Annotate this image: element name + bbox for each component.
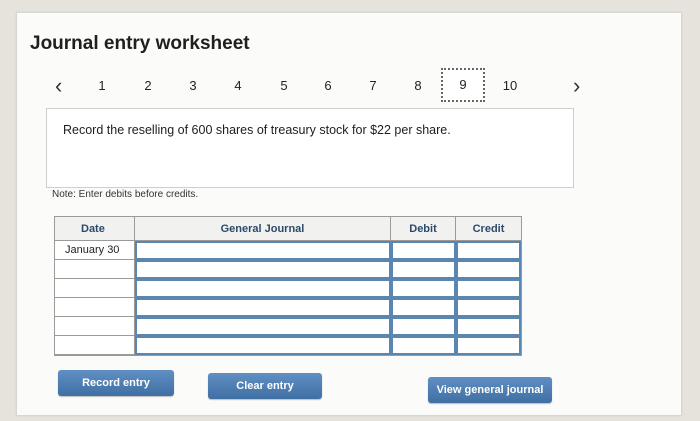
table-row bbox=[55, 298, 521, 317]
table-row bbox=[55, 336, 521, 355]
table-row bbox=[55, 260, 521, 279]
date-cell[interactable] bbox=[55, 336, 135, 355]
table-row bbox=[55, 317, 521, 336]
debit-input[interactable] bbox=[391, 279, 456, 298]
nav-page-2[interactable]: 2 bbox=[138, 78, 158, 93]
chevron-right-icon[interactable]: › bbox=[573, 74, 580, 98]
nav-page-5[interactable]: 5 bbox=[274, 78, 294, 93]
nav-page-4[interactable]: 4 bbox=[228, 78, 248, 93]
debit-input[interactable] bbox=[391, 241, 456, 260]
credit-input[interactable] bbox=[456, 241, 521, 260]
nav-page-3[interactable]: 3 bbox=[183, 78, 203, 93]
nav-page-8[interactable]: 8 bbox=[408, 78, 428, 93]
header-general-journal: General Journal bbox=[135, 217, 391, 241]
nav-page-6[interactable]: 6 bbox=[318, 78, 338, 93]
note-text: Note: Enter debits before credits. bbox=[52, 189, 199, 200]
table-row: January 30 bbox=[55, 241, 521, 260]
table-header-row: Date General Journal Debit Credit bbox=[55, 217, 521, 241]
date-cell[interactable] bbox=[55, 317, 135, 336]
date-cell[interactable]: January 30 bbox=[55, 241, 135, 260]
clear-entry-button[interactable]: Clear entry bbox=[208, 373, 322, 399]
account-input[interactable] bbox=[135, 279, 391, 298]
account-input[interactable] bbox=[135, 241, 391, 260]
date-cell[interactable] bbox=[55, 279, 135, 298]
chevron-left-icon[interactable]: ‹ bbox=[55, 74, 62, 98]
date-cell[interactable] bbox=[55, 260, 135, 279]
journal-table: Date General Journal Debit Credit Januar… bbox=[54, 216, 522, 356]
header-credit: Credit bbox=[456, 217, 521, 241]
instruction-text: Record the reselling of 600 shares of tr… bbox=[63, 123, 451, 137]
credit-input[interactable] bbox=[456, 317, 521, 336]
credit-input[interactable] bbox=[456, 298, 521, 317]
debit-input[interactable] bbox=[391, 317, 456, 336]
credit-input[interactable] bbox=[456, 260, 521, 279]
instruction-box: Record the reselling of 600 shares of tr… bbox=[46, 108, 574, 188]
debit-input[interactable] bbox=[391, 336, 456, 355]
page-title: Journal entry worksheet bbox=[30, 33, 250, 54]
nav-page-1[interactable]: 1 bbox=[92, 78, 112, 93]
account-input[interactable] bbox=[135, 317, 391, 336]
debit-input[interactable] bbox=[391, 260, 456, 279]
header-debit: Debit bbox=[391, 217, 456, 241]
nav-page-7[interactable]: 7 bbox=[363, 78, 383, 93]
account-input[interactable] bbox=[135, 298, 391, 317]
debit-input[interactable] bbox=[391, 298, 456, 317]
page-navigation: ‹ 1 2 3 4 5 6 7 8 9 10 › bbox=[0, 68, 700, 102]
account-input[interactable] bbox=[135, 336, 391, 355]
nav-page-10[interactable]: 10 bbox=[500, 78, 520, 93]
record-entry-button[interactable]: Record entry bbox=[58, 370, 174, 396]
nav-page-9-active[interactable]: 9 bbox=[441, 68, 485, 102]
account-input[interactable] bbox=[135, 260, 391, 279]
credit-input[interactable] bbox=[456, 279, 521, 298]
table-row bbox=[55, 279, 521, 298]
view-general-journal-button[interactable]: View general journal bbox=[428, 377, 552, 403]
credit-input[interactable] bbox=[456, 336, 521, 355]
date-cell[interactable] bbox=[55, 298, 135, 317]
header-date: Date bbox=[55, 217, 135, 241]
